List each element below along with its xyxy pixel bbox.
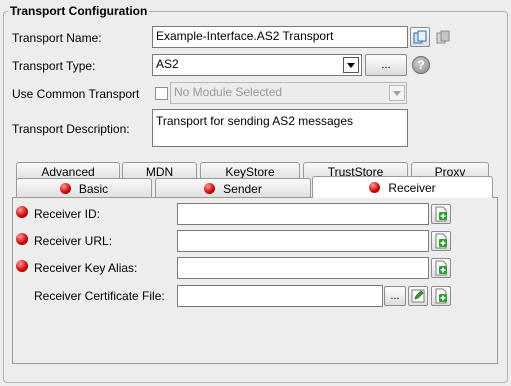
use-common-transport-label: Use Common Transport	[12, 87, 140, 101]
tab-mdn-label: MDN	[145, 164, 174, 179]
required-indicator-icon	[16, 206, 28, 218]
required-indicator-icon	[204, 183, 216, 194]
tab-basic[interactable]: Basic	[16, 178, 152, 198]
receiver-id-label: Receiver ID:	[34, 207, 101, 221]
paste-button[interactable]	[433, 27, 453, 47]
receiver-key-alias-label: Receiver Key Alias:	[34, 261, 138, 275]
group-title: Transport Configuration	[8, 4, 150, 18]
transport-type-dropdown-button[interactable]	[343, 57, 359, 73]
copy-icon	[413, 30, 427, 44]
paste-icon	[436, 30, 450, 44]
receiver-url-input[interactable]	[177, 230, 429, 252]
receiver-key-alias-add-button[interactable]	[431, 258, 451, 278]
transport-name-input[interactable]: Example-Interface.AS2 Transport	[152, 26, 408, 48]
receiver-certificate-file-label: Receiver Certificate File:	[34, 289, 165, 303]
receiver-certificate-edit-button[interactable]	[408, 286, 428, 306]
receiver-id-input[interactable]	[177, 203, 429, 225]
transport-description-label: Transport Description:	[12, 122, 130, 136]
transport-type-value: AS2	[156, 57, 179, 71]
add-icon	[435, 233, 447, 249]
tab-receiver[interactable]: Receiver	[312, 176, 493, 198]
required-indicator-icon	[16, 260, 28, 272]
receiver-certificate-browse-button[interactable]: ...	[384, 286, 406, 306]
copy-button[interactable]	[410, 27, 430, 47]
receiver-certificate-file-input[interactable]	[177, 285, 383, 307]
transport-type-label: Transport Type:	[12, 59, 96, 73]
required-indicator-icon	[16, 233, 28, 245]
receiver-certificate-add-button[interactable]	[431, 286, 451, 306]
tab-sender-label: Sender	[223, 181, 262, 196]
chevron-down-icon	[347, 62, 355, 68]
common-module-dropdown-button[interactable]	[389, 85, 405, 101]
transport-type-browse-button[interactable]: ...	[365, 54, 407, 76]
receiver-url-label: Receiver URL:	[34, 234, 113, 248]
help-icon[interactable]: ?	[412, 56, 430, 74]
use-common-transport-checkbox[interactable]	[155, 87, 168, 100]
required-indicator-icon	[59, 183, 71, 194]
add-icon	[435, 288, 447, 304]
transport-description-textarea[interactable]: Transport for sending AS2 messages	[152, 109, 408, 147]
add-icon	[435, 260, 447, 276]
receiver-key-alias-input[interactable]	[177, 257, 429, 279]
receiver-url-add-button[interactable]	[431, 231, 451, 251]
tab-receiver-label: Receiver	[388, 180, 436, 195]
transport-type-select[interactable]: AS2	[152, 54, 362, 76]
add-icon	[435, 206, 447, 222]
required-indicator-icon	[369, 182, 381, 193]
common-module-select[interactable]: No Module Selected	[170, 82, 407, 104]
receiver-id-add-button[interactable]	[431, 204, 451, 224]
common-module-value: No Module Selected	[174, 85, 283, 99]
transport-name-label: Transport Name:	[12, 31, 102, 45]
tab-keystore-label: KeyStore	[225, 164, 275, 179]
tab-sender[interactable]: Sender	[155, 178, 311, 198]
tab-advanced-label: Advanced	[41, 164, 95, 179]
tab-basic-label: Basic	[78, 181, 109, 196]
edit-icon	[411, 289, 425, 303]
chevron-down-icon	[393, 90, 401, 96]
